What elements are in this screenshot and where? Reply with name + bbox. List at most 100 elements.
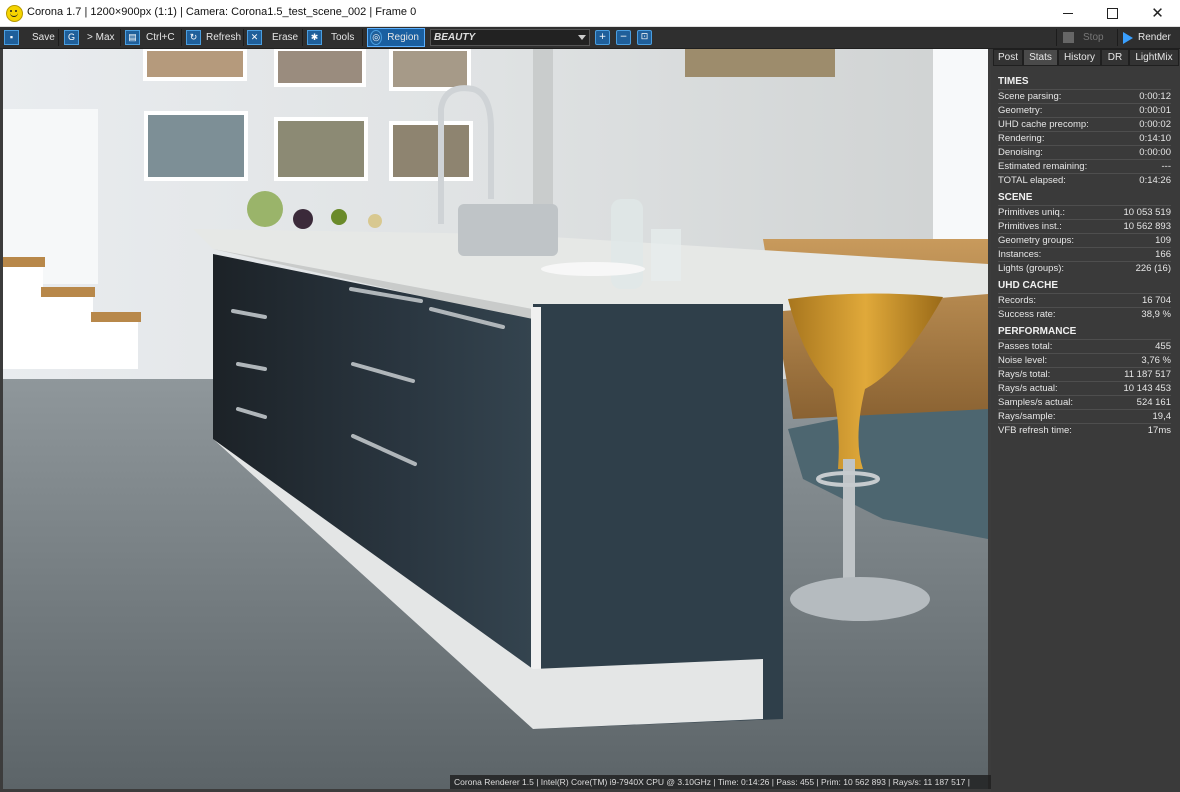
stat-label: Primitives uniq.: bbox=[998, 207, 1066, 218]
stop-button[interactable]: Stop bbox=[1060, 28, 1116, 47]
tools-button[interactable]: ✱ Tools bbox=[307, 28, 354, 47]
title-bar: Corona 1.7 | 1200×900px (1:1) | Camera: … bbox=[0, 0, 1180, 27]
stat-label: Rays/s actual: bbox=[998, 383, 1058, 394]
stat-row: TOTAL elapsed: 0:14:26 bbox=[998, 173, 1171, 187]
stat-label: Primitives inst.: bbox=[998, 221, 1062, 232]
copy-button[interactable]: ▤ Ctrl+C bbox=[125, 28, 175, 47]
region-icon: ◎ bbox=[370, 30, 383, 45]
stat-value: 166 bbox=[1155, 249, 1171, 260]
stat-label: Rays/sample: bbox=[998, 411, 1056, 422]
stat-row: VFB refresh time: 17ms bbox=[998, 423, 1171, 437]
render-viewport[interactable] bbox=[3, 49, 988, 789]
stat-value: 455 bbox=[1155, 341, 1171, 352]
stat-row: Geometry groups: 109 bbox=[998, 233, 1171, 247]
stat-label: Success rate: bbox=[998, 309, 1056, 320]
refresh-icon: ↻ bbox=[186, 30, 201, 45]
stat-row: Passes total: 455 bbox=[998, 339, 1171, 353]
zoom-in-icon[interactable]: + bbox=[595, 30, 610, 45]
stat-row: Estimated remaining: --- bbox=[998, 159, 1171, 173]
stat-label: Rays/s total: bbox=[998, 369, 1051, 380]
stat-value: 17ms bbox=[1147, 425, 1171, 436]
stat-row: Samples/s actual: 524 161 bbox=[998, 395, 1171, 409]
stat-row: Records: 16 704 bbox=[998, 293, 1171, 307]
stat-row: Rays/s actual: 10 143 453 bbox=[998, 381, 1171, 395]
stat-value: 0:00:01 bbox=[1139, 105, 1171, 116]
section-scene-title: SCENE bbox=[998, 192, 1033, 203]
stat-value: 0:00:00 bbox=[1139, 147, 1171, 158]
stat-row: Scene parsing: 0:00:12 bbox=[998, 89, 1171, 103]
section-performance-title: PERFORMANCE bbox=[998, 326, 1077, 337]
stat-row: Lights (groups): 226 (16) bbox=[998, 261, 1171, 275]
zoom-out-icon[interactable]: − bbox=[616, 30, 631, 45]
stat-label: Scene parsing: bbox=[998, 91, 1062, 102]
refresh-button[interactable]: ↻ Refresh bbox=[186, 28, 241, 47]
tab-lightmix[interactable]: LightMix bbox=[1129, 49, 1179, 66]
times-list: Scene parsing: 0:00:12 Geometry: 0:00:01 UHD… bbox=[998, 89, 1171, 187]
stat-label: Rendering: bbox=[998, 133, 1045, 144]
send-to-max-button[interactable]: G > Max bbox=[64, 28, 115, 47]
stat-value: 0:00:12 bbox=[1139, 91, 1171, 102]
save-button[interactable]: ▪ Save bbox=[4, 28, 55, 47]
corona-smiley-icon bbox=[6, 5, 23, 22]
stat-value: --- bbox=[1161, 161, 1172, 172]
maximize-icon bbox=[1107, 7, 1118, 19]
region-button[interactable]: ◎ Region bbox=[367, 28, 425, 47]
scene-list: Primitives uniq.: 10 053 519 Primitives in… bbox=[998, 205, 1171, 275]
stat-row: Success rate: 38,9 % bbox=[998, 307, 1171, 321]
stat-label: Geometry: bbox=[998, 105, 1043, 116]
stat-row: Denoising: 0:00:00 bbox=[998, 145, 1171, 159]
stat-label: Geometry groups: bbox=[998, 235, 1075, 246]
stat-value: 0:14:10 bbox=[1139, 133, 1171, 144]
tab-post[interactable]: Post bbox=[993, 49, 1023, 66]
stat-value: 11 187 517 bbox=[1124, 369, 1171, 380]
stat-label: Lights (groups): bbox=[998, 263, 1065, 274]
stat-value: 10 053 519 bbox=[1123, 207, 1171, 218]
tab-dr[interactable]: DR bbox=[1101, 49, 1129, 66]
stat-value: 109 bbox=[1155, 235, 1171, 246]
stat-value: 10 562 893 bbox=[1123, 221, 1171, 232]
stat-label: Records: bbox=[998, 295, 1037, 306]
play-icon bbox=[1123, 31, 1133, 44]
stat-row: Noise level: 3,76 % bbox=[998, 353, 1171, 367]
erase-icon: ✕ bbox=[247, 30, 262, 45]
stat-row: UHD cache precomp: 0:00:02 bbox=[998, 117, 1171, 131]
stat-row: Geometry: 0:00:01 bbox=[998, 103, 1171, 117]
channel-select[interactable]: BEAUTY bbox=[430, 29, 590, 46]
chevron-down-icon bbox=[578, 35, 586, 40]
tab-stats[interactable]: Stats bbox=[1023, 49, 1058, 66]
minimize-icon bbox=[1062, 12, 1073, 14]
stat-label: Estimated remaining: bbox=[998, 161, 1088, 172]
render-button[interactable]: Render bbox=[1119, 28, 1179, 47]
stat-row: Primitives inst.: 10 562 893 bbox=[998, 219, 1171, 233]
stop-icon bbox=[1063, 32, 1074, 43]
save-icon: ▪ bbox=[4, 30, 19, 45]
minimize-button[interactable] bbox=[1045, 0, 1090, 26]
stat-label: UHD cache precomp: bbox=[998, 119, 1089, 130]
stat-value: 16 704 bbox=[1141, 295, 1171, 306]
section-uhd-title: UHD CACHE bbox=[998, 280, 1058, 291]
gear-icon: ✱ bbox=[307, 30, 322, 45]
stat-value: 38,9 % bbox=[1141, 309, 1171, 320]
stat-value: 10 143 453 bbox=[1123, 383, 1171, 394]
stat-label: Samples/s actual: bbox=[998, 397, 1073, 408]
zoom-fit-icon[interactable]: ⊡ bbox=[637, 30, 652, 45]
stat-value: 524 161 bbox=[1136, 397, 1171, 408]
tab-history[interactable]: History bbox=[1058, 49, 1101, 66]
stat-row: Rays/sample: 19,4 bbox=[998, 409, 1171, 423]
copy-icon: ▤ bbox=[125, 30, 140, 45]
toolbar: ▪ Save G > Max ▤ Ctrl+C ↻ Refresh ✕ Erase ✱ To… bbox=[0, 27, 1180, 49]
stat-label: Passes total: bbox=[998, 341, 1053, 352]
close-button[interactable]: ✕ bbox=[1135, 0, 1180, 26]
stat-value: 3,76 % bbox=[1141, 355, 1171, 366]
stat-row: Instances: 166 bbox=[998, 247, 1171, 261]
erase-button[interactable]: ✕ Erase bbox=[247, 28, 298, 47]
stat-label: Noise level: bbox=[998, 355, 1048, 366]
stat-row: Rendering: 0:14:10 bbox=[998, 131, 1171, 145]
performance-list: Passes total: 455 Noise level: 3,76 % Rays/s… bbox=[998, 339, 1171, 437]
stat-label: Instances: bbox=[998, 249, 1042, 260]
maximize-button[interactable] bbox=[1090, 0, 1135, 26]
stat-label: Denoising: bbox=[998, 147, 1043, 158]
window-title: Corona 1.7 | 1200×900px (1:1) | Camera: … bbox=[27, 6, 417, 18]
stats-panel: TIMES Scene parsing: 0:00:12 Geometry: 0:00… bbox=[998, 71, 1171, 437]
close-icon: ✕ bbox=[1151, 4, 1164, 22]
